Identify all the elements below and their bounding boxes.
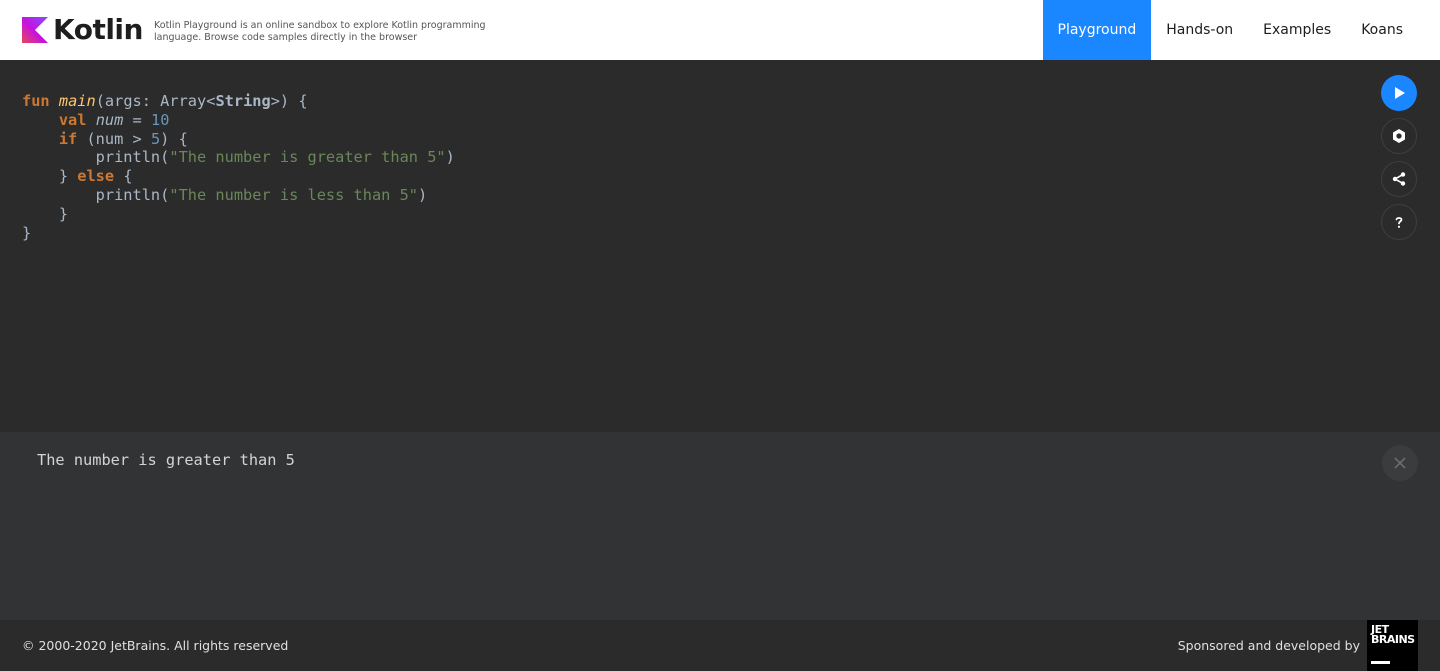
code-line[interactable]: } xyxy=(22,224,455,243)
code-line[interactable]: println("The number is greater than 5") xyxy=(22,148,455,167)
copyright-text: © 2000-2020 JetBrains. All rights reserv… xyxy=(22,638,289,653)
settings-icon xyxy=(1393,129,1405,143)
logo-wordmark: Kotlin xyxy=(53,13,143,46)
nav-examples[interactable]: Examples xyxy=(1248,0,1346,60)
code-editor[interactable]: fun main(args: Array<String>) { val num … xyxy=(0,60,1440,432)
nav-koans[interactable]: Koans xyxy=(1346,0,1418,60)
settings-button[interactable] xyxy=(1381,118,1417,154)
code-line[interactable]: val num = 10 xyxy=(22,111,455,130)
code-line[interactable]: } else { xyxy=(22,167,455,186)
code-line[interactable]: fun main(args: Array<String>) { xyxy=(22,92,455,111)
run-button[interactable] xyxy=(1381,75,1417,111)
code-area[interactable]: fun main(args: Array<String>) { val num … xyxy=(22,92,455,242)
close-icon xyxy=(1394,457,1406,469)
share-icon xyxy=(1392,172,1406,186)
output-text: The number is greater than 5 xyxy=(37,451,295,469)
code-line[interactable]: } xyxy=(22,205,455,224)
site-tagline: Kotlin Playground is an online sandbox t… xyxy=(154,20,486,43)
jetbrains-logo-bar xyxy=(1371,661,1390,664)
nav-hands-on[interactable]: Hands-on xyxy=(1151,0,1248,60)
kotlin-logo-icon xyxy=(22,17,48,43)
run-icon xyxy=(1395,87,1405,99)
code-line[interactable]: println("The number is less than 5") xyxy=(22,186,455,205)
main-nav: Playground Hands-on Examples Koans xyxy=(1042,0,1418,60)
share-button[interactable] xyxy=(1381,161,1417,197)
jetbrains-logo-text: JET BRAINS xyxy=(1371,623,1415,646)
code-line[interactable]: if (num > 5) { xyxy=(22,130,455,149)
close-output-button[interactable] xyxy=(1382,445,1418,481)
output-panel: The number is greater than 5 xyxy=(0,432,1440,620)
sponsor-text: Sponsored and developed by xyxy=(1177,638,1360,653)
jetbrains-logo[interactable]: JET BRAINS xyxy=(1367,620,1418,671)
help-button[interactable] xyxy=(1381,204,1417,240)
kotlin-logo[interactable]: Kotlin xyxy=(22,13,143,46)
help-icon xyxy=(1395,217,1403,228)
footer: © 2000-2020 JetBrains. All rights reserv… xyxy=(0,620,1440,671)
nav-playground[interactable]: Playground xyxy=(1042,0,1152,60)
header: Kotlin Kotlin Playground is an online sa… xyxy=(0,0,1440,60)
